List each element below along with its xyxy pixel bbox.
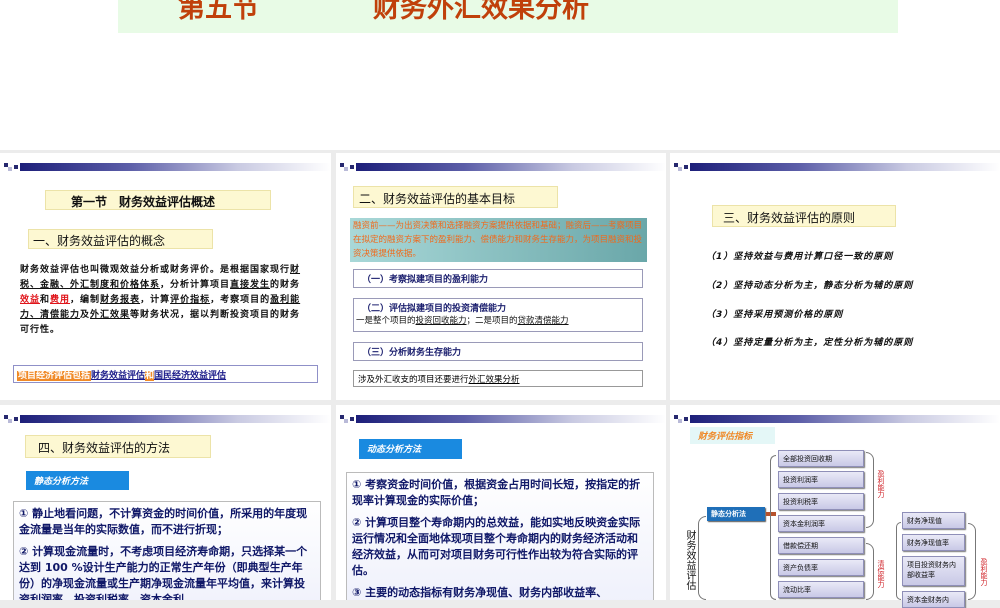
slide-thumbnail-2[interactable]: 二、财务效益评估的基本目标 融资前——为出资决策和选择融资方案提供依据和基础；融…	[336, 153, 666, 400]
indicator-box: 财务净现值	[902, 512, 965, 529]
bracket	[866, 543, 874, 600]
goal-item-2-title: （二）评估拟建项目的投资清偿能力	[362, 304, 507, 314]
bracket	[896, 522, 901, 600]
slide-preview-banner: 第五节 财务外汇效果分析	[0, 0, 1000, 150]
goal-item-2-detail: 一是整个项目的投资回收能力；二是项目的贷款清偿能力	[356, 316, 569, 326]
static-method-content: ① 静止地看问题，不计算资金的时间价值，所采用的年度现金流量是当年的实际数值，而…	[13, 501, 321, 600]
slide-header-bar	[336, 411, 666, 423]
bracket	[770, 455, 776, 600]
slide-title: 第一节 财务效益评估概述	[45, 190, 271, 210]
banner-title-section: 第五节	[178, 0, 259, 24]
slide-title: 三、财务效益评估的原则	[712, 205, 896, 227]
indicator-box: 财务净现值率	[902, 534, 965, 551]
profit-ability-label: 盈利能力	[877, 470, 885, 498]
indicator-box: 全部投资回收期	[778, 450, 864, 467]
goal-item-3: （三）分析财务生存能力	[353, 342, 643, 361]
bracket	[698, 516, 706, 600]
goal-item-2: （二）评估拟建项目的投资清偿能力一是整个项目的投资回收能力；二是项目的贷款清偿能…	[353, 298, 643, 332]
slide-thumbnail-4[interactable]: 四、财务效益评估的方法 静态分析方法 ① 静止地看问题，不计算资金的时间价值，所…	[0, 405, 331, 600]
slide-title: 四、财务效益评估的方法	[25, 435, 211, 458]
banner-title: 第五节 财务外汇效果分析	[118, 0, 898, 33]
indicator-box: 资产负债率	[778, 559, 864, 576]
financing-goal-banner: 融资前——为出资决策和选择融资方案提供依据和基础；融资后——考察项目在拟定的融资…	[350, 218, 647, 262]
forex-note: 涉及外汇收支的项目还要进行外汇效果分析	[353, 370, 643, 387]
principle-item: （1）坚持效益与费用计算口径一致的原则	[706, 252, 894, 262]
profit-ability-label: 盈利能力	[980, 558, 988, 586]
static-method-node: 静态分析法	[707, 507, 765, 521]
indicator-box: 借款偿还期	[778, 537, 864, 554]
slide-thumbnail-5[interactable]: 动态分析方法 ① 考察资金时间价值，根据资金占用时间长短，按指定的折现率计算现金…	[336, 405, 666, 600]
indicator-box: 流动比率	[778, 581, 864, 598]
evaluation-summary-box: 项目经济评估包括财务效益评估和国民经济效益评估	[13, 365, 318, 383]
indicator-box: 项目投资财务内部收益率	[902, 556, 965, 586]
slide-header-bar	[670, 159, 1000, 171]
indicator-title: 财务评估指标	[690, 427, 775, 444]
indicator-box: 投资利润率	[778, 471, 864, 488]
concept-paragraph: 财务效益评估也叫微观效益分析或财务评价。是根据国家现行财税、金融、外汇制度和价格…	[20, 265, 301, 335]
dynamic-method-content: ① 考察资金时间价值，根据资金占用时间长短，按指定的折现率计算现金的实际价值； …	[346, 472, 654, 600]
goal-item-1: （一）考察拟建项目的盈利能力	[353, 269, 643, 288]
slide-header-bar	[336, 159, 666, 171]
slide-header-bar	[0, 159, 331, 171]
indicator-box: 资本金利润率	[778, 515, 864, 532]
banner-title-text: 财务外汇效果分析	[373, 0, 589, 24]
root-label: 财务效益评估	[684, 530, 695, 590]
slide-thumbnail-1[interactable]: 第一节 财务效益评估概述 一、财务效益评估的概念 财务效益评估也叫微观效益分析或…	[0, 153, 331, 400]
slide-header-bar	[0, 411, 331, 423]
slide-thumbnail-3[interactable]: 三、财务效益评估的原则 （1）坚持效益与费用计算口径一致的原则 （2）坚持动态分…	[670, 153, 1000, 400]
repay-ability-label: 清偿能力	[877, 560, 885, 588]
slide-subtitle: 一、财务效益评估的概念	[28, 229, 213, 249]
slide-title: 二、财务效益评估的基本目标	[353, 186, 558, 208]
bracket	[968, 523, 976, 600]
slide-header-bar	[670, 411, 1000, 423]
principle-item: （3）坚持采用预测价格的原则	[706, 310, 844, 320]
bracket	[866, 452, 874, 528]
indicator-box: 投资利税率	[778, 493, 864, 510]
principle-item: （4）坚持定量分析为主，定性分析为辅的原则	[706, 338, 914, 348]
static-method-tag: 静态分析方法	[26, 471, 129, 490]
dynamic-method-tag: 动态分析方法	[359, 439, 462, 459]
principle-item: （2）坚持动态分析为主，静态分析为辅的原则	[706, 281, 914, 291]
